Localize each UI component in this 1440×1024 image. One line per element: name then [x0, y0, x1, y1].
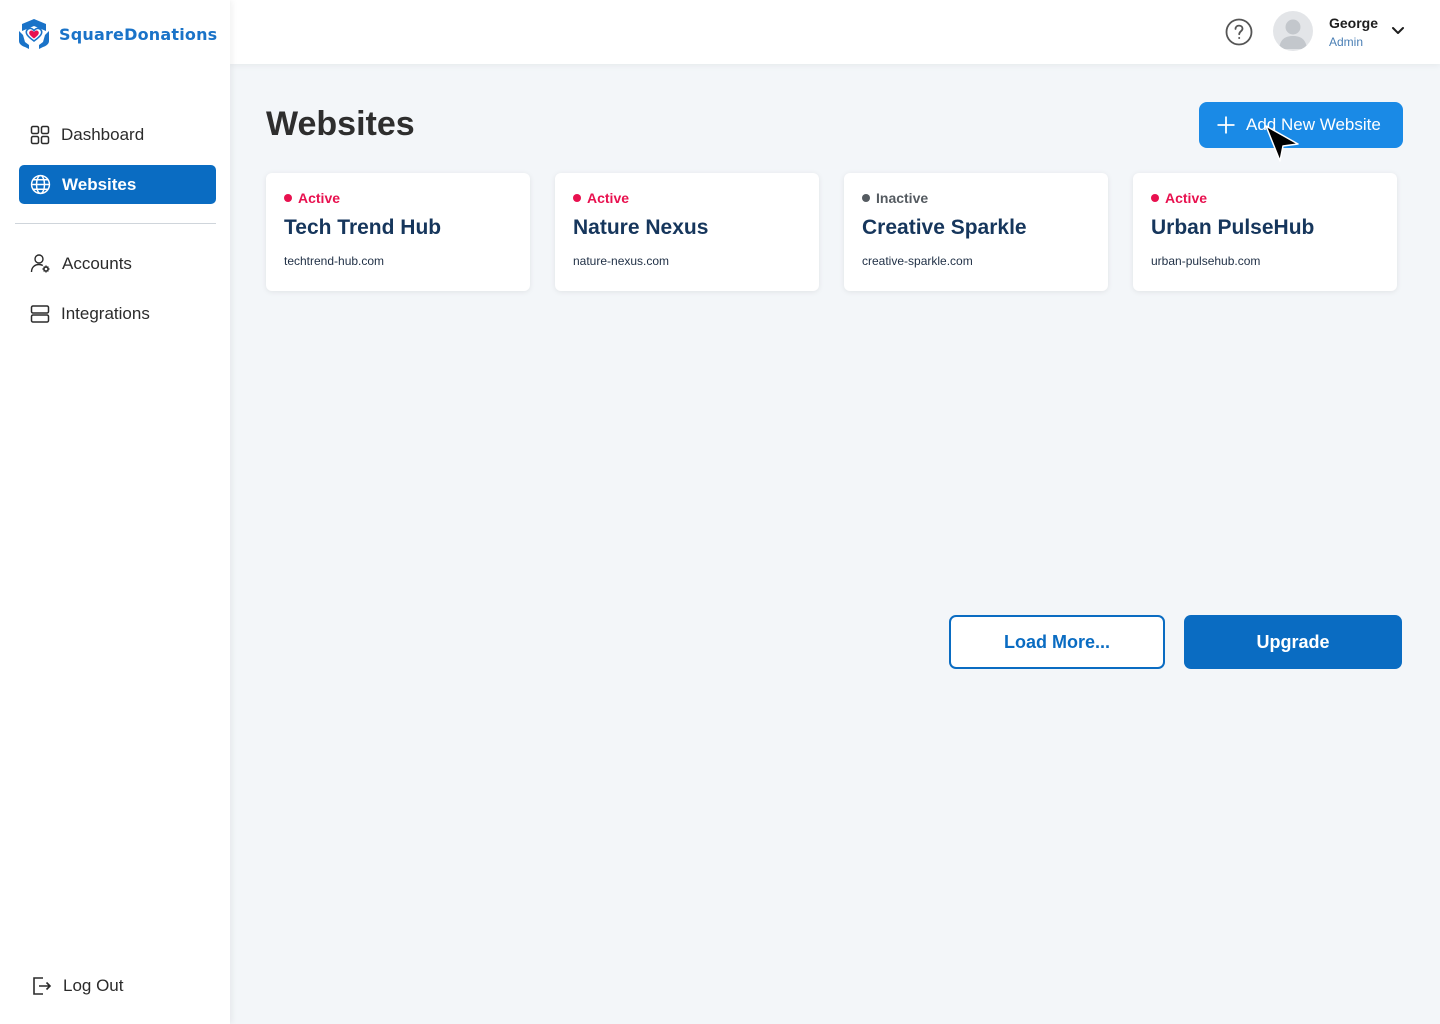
website-name: Urban PulseHub	[1151, 216, 1315, 239]
status-dot	[573, 194, 581, 202]
sidebar-item-label: Dashboard	[61, 124, 145, 144]
status-dot	[862, 194, 870, 202]
sidebar-item-label: Websites	[62, 174, 137, 194]
website-domain: urban-pulsehub.com	[1151, 254, 1261, 268]
page-title: Websites	[266, 105, 415, 143]
status-label: Inactive	[876, 190, 929, 206]
chevron-down-icon[interactable]	[1390, 22, 1406, 38]
sidebar-item-accounts[interactable]: Accounts	[19, 244, 216, 283]
logout-icon	[33, 976, 52, 995]
top-bar: George Admin	[230, 0, 1440, 64]
server-icon	[30, 304, 50, 323]
plus-icon	[1217, 116, 1235, 134]
grid-icon	[30, 125, 50, 144]
website-domain: creative-sparkle.com	[862, 254, 973, 268]
sidebar-item-label: Integrations	[61, 303, 150, 323]
sidebar-item-dashboard[interactable]: Dashboard	[19, 115, 216, 154]
user-gear-icon	[30, 254, 50, 273]
globe-icon	[30, 174, 51, 195]
status-badge: Active	[573, 190, 629, 206]
status-badge: Active	[1151, 190, 1207, 206]
user-avatar-icon	[1279, 19, 1307, 49]
status-label: Active	[587, 190, 630, 206]
logout-button[interactable]: Log Out	[19, 966, 216, 1005]
add-new-website-button[interactable]: Add New Website	[1199, 102, 1403, 148]
website-name: Nature Nexus	[573, 216, 709, 239]
status-badge: Inactive	[862, 190, 928, 206]
sidebar: SquareDonations Dashboard Websites Accou…	[0, 0, 230, 1024]
website-card[interactable]: Active Nature Nexus nature-nexus.com	[555, 173, 819, 291]
help-icon[interactable]	[1225, 18, 1253, 46]
website-card[interactable]: Inactive Creative Sparkle creative-spark…	[844, 173, 1108, 291]
status-label: Active	[298, 190, 341, 206]
status-badge: Active	[284, 190, 340, 206]
user-name: George	[1329, 15, 1379, 31]
logout-label: Log Out	[63, 975, 124, 995]
website-domain: nature-nexus.com	[573, 254, 670, 268]
website-name: Tech Trend Hub	[284, 216, 442, 239]
brand-logo[interactable]: SquareDonations	[17, 17, 217, 51]
brand-name: SquareDonations	[59, 24, 218, 44]
avatar[interactable]	[1273, 11, 1313, 51]
sidebar-divider	[15, 223, 216, 224]
sidebar-item-websites[interactable]: Websites	[19, 165, 216, 204]
upgrade-button[interactable]: Upgrade	[1184, 615, 1402, 669]
sidebar-item-integrations[interactable]: Integrations	[19, 294, 216, 333]
load-more-button[interactable]: Load More...	[949, 615, 1165, 669]
heart-hands-logo-icon	[19, 19, 49, 49]
status-dot	[284, 194, 292, 202]
status-label: Active	[1165, 190, 1208, 206]
mouse-cursor-icon	[1265, 125, 1299, 162]
website-name: Creative Sparkle	[862, 216, 1027, 239]
website-domain: techtrend-hub.com	[284, 254, 385, 268]
website-card[interactable]: Active Urban PulseHub urban-pulsehub.com	[1133, 173, 1397, 291]
sidebar-item-label: Accounts	[62, 253, 132, 273]
user-role: Admin	[1329, 35, 1364, 49]
status-dot	[1151, 194, 1159, 202]
website-card[interactable]: Active Tech Trend Hub techtrend-hub.com	[266, 173, 530, 291]
